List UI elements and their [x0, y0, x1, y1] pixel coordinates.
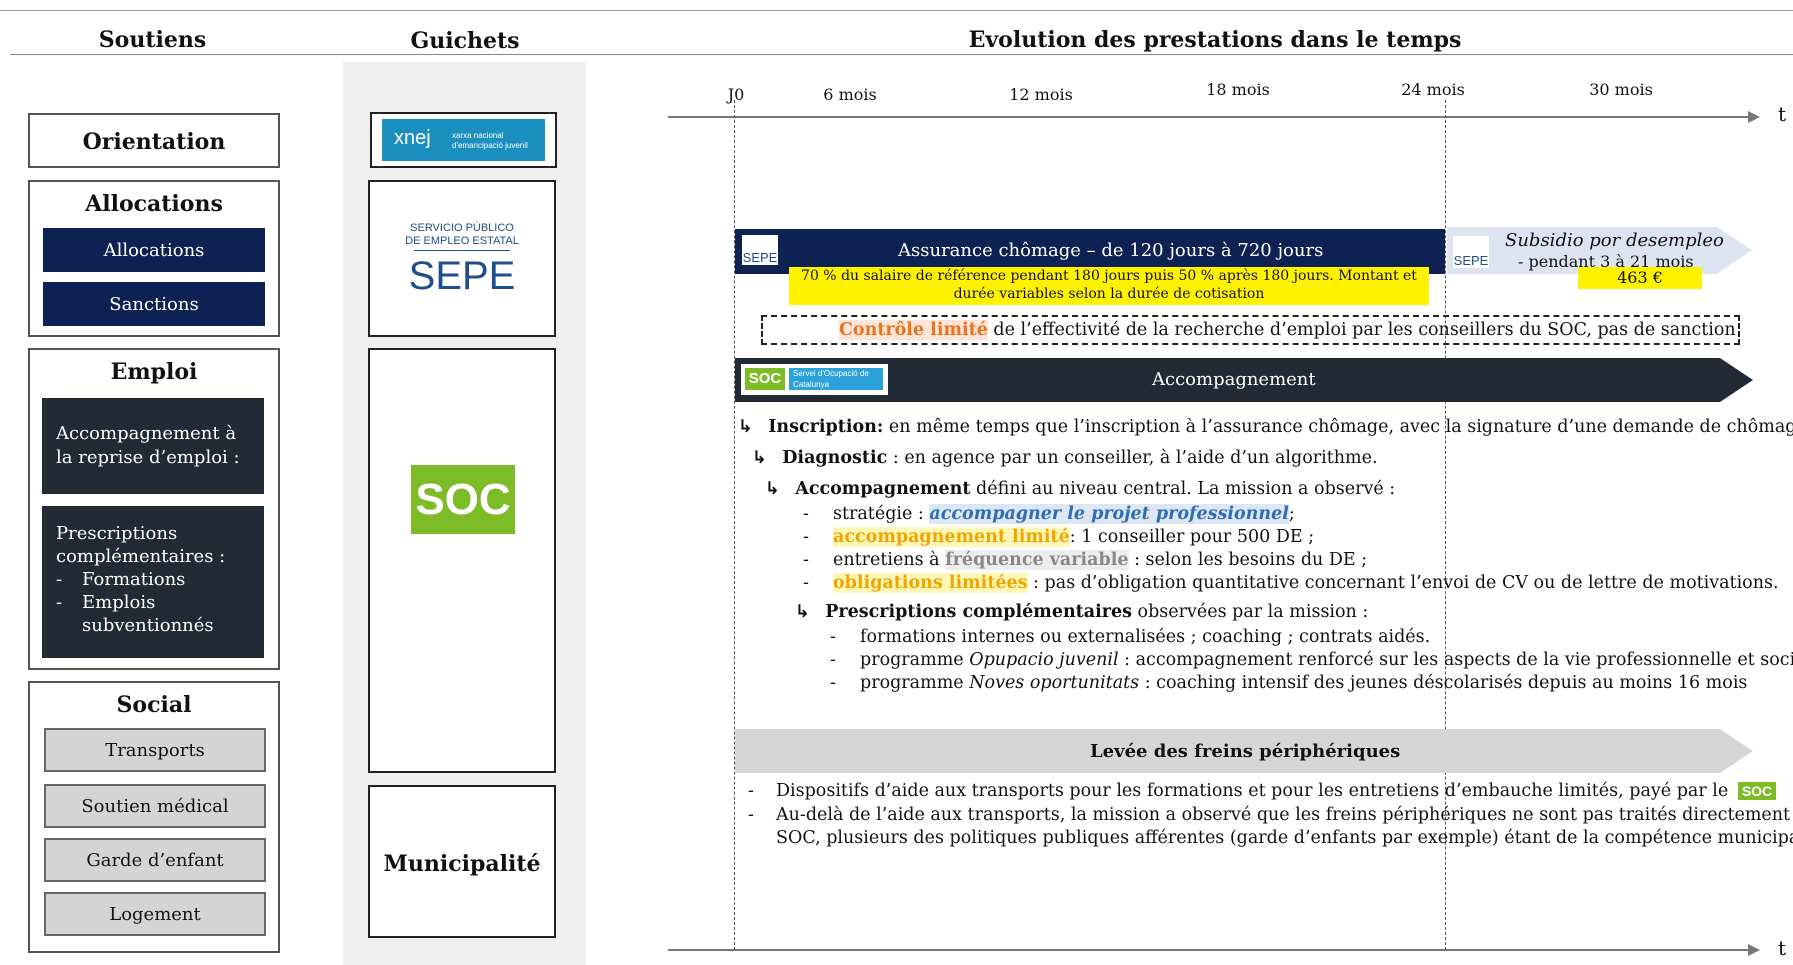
subsidio-sepe-logo: SEPE: [1453, 236, 1489, 268]
xnej-line2: d'emancipació juvenil: [452, 141, 528, 150]
acc-bullet-2-highlight: accompagnement limité: [833, 527, 1070, 547]
social-item-logement: Logement: [44, 892, 266, 936]
xnej-mark: xnej: [394, 127, 431, 149]
presc-bullet-1: - formations internes ou externalisées ; …: [830, 627, 1431, 647]
freins-line-2a: - Au-delà de l’aide aux transports, la mi…: [748, 805, 1793, 825]
accompagnement-soc-logo: SOC Servei d'Ocupació de Catalunya: [741, 364, 888, 395]
timeline-axis-bottom-arrow: [1748, 944, 1760, 956]
timeline-axis-label-top: t: [1778, 102, 1787, 126]
prescriptions-complementaires-label: Prescriptions complémentaires: [825, 602, 1132, 622]
tick-30-mois: 30 mois: [1589, 80, 1653, 99]
emploi-box: Emploi Accompagnement à la reprise d’emp…: [28, 348, 280, 670]
timeline-axis-label-bottom: t: [1778, 936, 1787, 960]
allocations-item: Allocations: [43, 228, 265, 272]
freins-line-1: - Dispositifs d’aide aux transports pour …: [748, 781, 1777, 801]
xnej-line1: xarxa nacional: [452, 131, 504, 140]
inscription-line: ↳ Inscription: en même temps que l’inscr…: [738, 417, 1793, 437]
accompagnement-soc-mark: SOC: [745, 368, 785, 390]
acc-bullet-3-highlight: fréquence variable: [945, 550, 1129, 570]
freins-line-2b: SOC, plusieurs des politiques publiques …: [776, 828, 1793, 848]
prescriptions-item: - Formations: [56, 569, 186, 590]
header-soutiens: Soutiens: [98, 27, 207, 53]
sepe-logo-line1: SERVICIO PÚBLICO: [410, 222, 514, 234]
orientation-box: Orientation: [28, 113, 280, 168]
acc-bullet-1-highlight: accompagner le projet professionnel: [929, 504, 1289, 524]
accompagnement-soc-sub: Servei d'Ocupació de Catalunya: [789, 368, 883, 390]
elbow-arrow-icon: ↳: [752, 448, 767, 468]
sepe-logo-mark: SEPE: [408, 254, 516, 298]
municipalite-guichet: Municipalité: [368, 785, 556, 938]
prescriptions-line: ↳ Prescriptions complémentaires observée…: [795, 602, 1368, 622]
presc-bullet-2: - programme Opupacio juvenil : accompagne…: [830, 650, 1793, 670]
soc-guichet: SOC: [368, 348, 556, 773]
orientation-title: Orientation: [82, 129, 226, 155]
accompagnement-reprise-label: Accompagnement à la reprise d’emploi :: [56, 423, 240, 468]
social-item-soutien-medical: Soutien médical: [44, 784, 266, 828]
timeline-axis-top: [668, 116, 1750, 118]
diagnostic-text: : en agence par un conseiller, à l’aide …: [887, 448, 1378, 468]
allocations-title: Allocations: [85, 191, 223, 217]
elbow-arrow-icon: ↳: [738, 417, 753, 437]
xnej-logo: xnej xarxa nacional d'emancipació juveni…: [382, 119, 545, 161]
inscription-text: en même temps que l’inscription à l’assu…: [883, 417, 1793, 437]
social-title: Social: [116, 692, 192, 718]
assurance-note-text: 70 % du salaire de référence pendant 180…: [801, 268, 1417, 302]
prescriptions-label: Prescriptions complémentaires :: [56, 523, 226, 567]
diagnostic-line: ↳ Diagnostic : en agence par un conseill…: [752, 448, 1378, 468]
prescriptions-item: - Emplois subventionnés: [56, 592, 214, 636]
top-rule: [0, 10, 1793, 11]
tick-12-mois: 12 mois: [1009, 85, 1073, 104]
header-evolution: Evolution des prestations dans le temps: [968, 27, 1462, 53]
acc-bullet-4-highlight: obligations limitées: [833, 573, 1028, 593]
header-guichets: Guichets: [410, 28, 520, 54]
j0-dashed-line: [734, 100, 735, 950]
acc-bullet-4: - obligations limitées : pas d’obligation…: [803, 573, 1779, 593]
sanctions-item: Sanctions: [43, 282, 265, 326]
subsidio-amount: 463 €: [1578, 267, 1702, 289]
diagnostic-label: Diagnostic: [782, 448, 888, 468]
acc-bullet-3: - entretiens à fréquence variable : selon…: [803, 550, 1368, 570]
inscription-label: Inscription:: [768, 417, 884, 437]
tick-j0: J0: [727, 85, 745, 104]
tick-24-mois: 24 mois: [1401, 80, 1465, 99]
prescriptions-box: Prescriptions complémentaires : - Formati…: [42, 506, 264, 658]
timeline-axis-bottom: [668, 949, 1750, 951]
sepe-logo-line2: DE EMPLEO ESTATAL: [405, 235, 519, 247]
accompagnement-title: Accompagnement: [1152, 369, 1316, 390]
sepe-guichet: SERVICIO PÚBLICO DE EMPLEO ESTATAL SEPE: [368, 180, 556, 337]
social-box: Social Transports Soutien médical Garde …: [28, 681, 280, 953]
controle-highlight: Contrôle limité: [839, 320, 988, 340]
subsidio-title: Subsidio por desempleo: [1505, 230, 1724, 251]
controle-text: Contrôle limité de l’effectivité de la r…: [839, 320, 1736, 340]
controle-rest: de l’effectivité de la recherche d’emplo…: [987, 320, 1736, 340]
tick-18-mois: 18 mois: [1206, 80, 1270, 99]
acc-text: défini au niveau central. La mission a o…: [970, 479, 1396, 499]
freins-title: Levée des freins périphériques: [1090, 741, 1401, 762]
social-item-transports: Transports: [44, 728, 266, 772]
presc-bullet-3: - programme Noves oportunitats : coaching…: [830, 673, 1748, 693]
emploi-title: Emploi: [110, 359, 198, 385]
timeline-axis-top-arrow: [1748, 111, 1760, 123]
freins-soc-logo: SOC: [1737, 782, 1777, 800]
acc-label: Accompagnement: [795, 479, 971, 499]
acc-line: ↳ Accompagnement défini au niveau centra…: [765, 479, 1395, 499]
allocations-box: Allocations Allocations Sanctions: [28, 180, 280, 337]
assurance-sepe-logo: SEPE: [742, 235, 778, 265]
tick-6-mois: 6 mois: [823, 85, 877, 104]
soc-logo: SOC: [411, 465, 515, 534]
acc-bullet-2: - accompagnement limité: 1 conseiller pou…: [803, 527, 1315, 547]
prescriptions-complementaires-text: observées par la mission :: [1131, 602, 1369, 622]
sepe-logo-rule: [414, 250, 510, 251]
xnej-guichet: xnej xarxa nacional d'emancipació juveni…: [370, 112, 557, 168]
acc-bullet-1: - stratégie : accompagner le projet profe…: [803, 504, 1295, 524]
assurance-title: Assurance chômage – de 120 jours à 720 j…: [898, 240, 1324, 261]
accompagnement-reprise-box: Accompagnement à la reprise d’emploi :: [42, 398, 264, 494]
header-rule: [10, 54, 1793, 55]
elbow-arrow-icon: ↳: [765, 479, 780, 499]
social-item-garde-enfant: Garde d’enfant: [44, 838, 266, 882]
elbow-arrow-icon: ↳: [795, 602, 810, 622]
municipalite-label: Municipalité: [383, 851, 541, 877]
assurance-note: 70 % du salaire de référence pendant 180…: [789, 267, 1429, 305]
